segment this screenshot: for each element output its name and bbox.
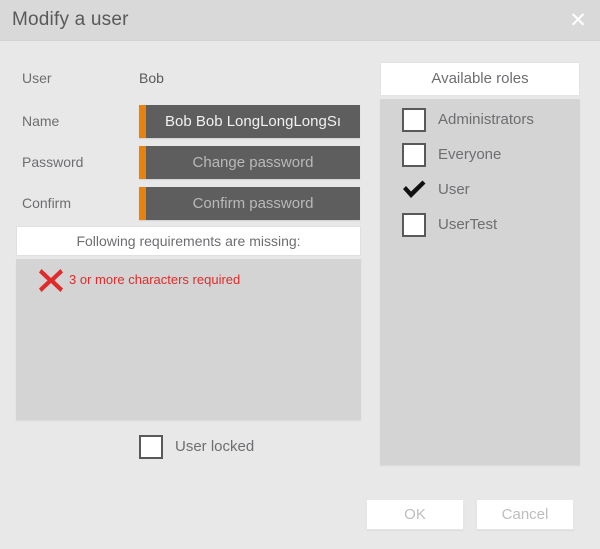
name-input-value: Bob Bob LongLongLongSı bbox=[165, 113, 341, 130]
password-input-placeholder: Change password bbox=[192, 154, 314, 171]
role-label: User bbox=[438, 181, 470, 198]
role-checkbox[interactable] bbox=[402, 213, 426, 237]
available-roles-header: Available roles bbox=[380, 62, 580, 96]
role-row[interactable]: Administrators bbox=[380, 108, 580, 132]
user-locked-label: User locked bbox=[175, 438, 255, 455]
password-input-accent-bar bbox=[139, 146, 146, 179]
dialog-title: Modify a user bbox=[12, 9, 129, 30]
user-locked-checkbox[interactable] bbox=[139, 435, 163, 459]
dialog-title-bar: Modify a user ✕ bbox=[0, 0, 600, 41]
confirm-input[interactable]: Confirm password bbox=[139, 187, 360, 220]
role-row[interactable]: UserTest bbox=[380, 213, 580, 237]
cancel-button[interactable]: Cancel bbox=[476, 499, 574, 530]
role-row[interactable]: Everyone bbox=[380, 143, 580, 167]
confirm-input-accent-bar bbox=[139, 187, 146, 220]
form-row-confirm: Confirm Confirm password bbox=[0, 185, 375, 221]
close-icon[interactable]: ✕ bbox=[566, 9, 590, 33]
requirement-text: 3 or more characters required bbox=[69, 272, 241, 287]
available-roles-list: Administrators Everyone User UserTest bbox=[380, 99, 580, 465]
ok-button[interactable]: OK bbox=[366, 499, 464, 530]
name-input-accent-bar bbox=[139, 105, 146, 138]
user-value: Bob bbox=[139, 70, 164, 86]
role-checkbox[interactable] bbox=[402, 143, 426, 167]
requirements-list: 3 or more characters required bbox=[16, 259, 361, 420]
password-input[interactable]: Change password bbox=[139, 146, 360, 179]
checkmark-icon[interactable] bbox=[400, 175, 428, 203]
form-row-name: Name Bob Bob LongLongLongSı bbox=[0, 103, 375, 139]
user-label: User bbox=[22, 70, 52, 86]
confirm-label: Confirm bbox=[22, 195, 72, 211]
name-input[interactable]: Bob Bob LongLongLongSı bbox=[139, 105, 360, 138]
confirm-input-placeholder: Confirm password bbox=[192, 195, 314, 212]
role-label: Administrators bbox=[438, 111, 534, 128]
role-label: Everyone bbox=[438, 146, 502, 163]
role-checkbox[interactable] bbox=[402, 108, 426, 132]
role-label: UserTest bbox=[438, 216, 498, 233]
form-row-password: Password Change password bbox=[0, 144, 375, 180]
red-x-icon bbox=[39, 269, 63, 292]
requirements-header: Following requirements are missing: bbox=[16, 226, 361, 256]
requirement-item: 3 or more characters required bbox=[16, 265, 361, 295]
name-label: Name bbox=[22, 113, 60, 129]
form-row-user: User Bob bbox=[0, 67, 375, 89]
role-row[interactable]: User bbox=[380, 178, 580, 202]
password-label: Password bbox=[22, 154, 84, 170]
